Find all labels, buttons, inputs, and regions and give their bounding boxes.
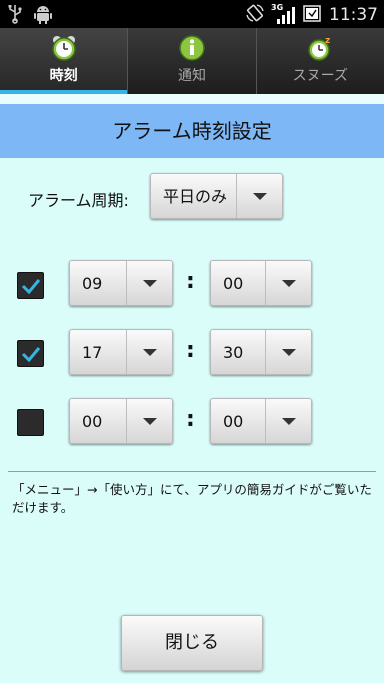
chevron-down-icon	[142, 348, 157, 356]
usage-note: 「メニュー」→「使い方」にて、アプリの簡易ガイドがご覧いただけます。	[12, 482, 372, 515]
tab-snooze-label: スヌーズ	[292, 68, 348, 84]
alarm-2-minute-dropdown[interactable]	[265, 330, 311, 374]
alarm-period-value: 平日のみ	[163, 187, 228, 206]
status-bar: 3G 11:37	[0, 0, 384, 28]
alarm-2-hour-spinner[interactable]: 17	[69, 329, 173, 375]
alarm-2-hour-value: 17	[82, 343, 103, 362]
alarm-1-checkbox[interactable]	[17, 272, 44, 299]
tab-notification[interactable]: 通知	[128, 28, 257, 94]
tab-bar: 時刻 通知 z スヌーズ	[0, 28, 384, 94]
tab-time[interactable]: 時刻	[0, 28, 129, 94]
alarm-1-hour-dropdown[interactable]	[126, 261, 172, 305]
alarm-1-minute-spinner[interactable]: 00	[210, 260, 312, 306]
divider	[8, 471, 376, 472]
clock-time: 11:37	[329, 5, 378, 25]
alarm-3-checkbox[interactable]	[17, 409, 44, 436]
chevron-down-icon	[281, 348, 296, 356]
alarm-clock-icon	[50, 34, 78, 62]
network-type: 3G	[271, 3, 284, 12]
alarm-1-hour-spinner[interactable]: 09	[69, 260, 173, 306]
page-title: アラーム時刻設定	[0, 104, 384, 158]
chevron-down-icon	[281, 417, 296, 425]
check-icon	[21, 279, 41, 295]
alarm-3-hour-value: 00	[82, 412, 103, 431]
alarm-3-hour-spinner[interactable]: 00	[69, 398, 173, 444]
chevron-down-icon	[281, 279, 296, 287]
signal-icon: 3G	[271, 3, 295, 25]
usb-icon	[8, 4, 22, 28]
info-icon	[178, 34, 206, 62]
close-button[interactable]: 閉じる	[121, 615, 263, 671]
chevron-down-icon	[142, 417, 157, 425]
android-icon	[34, 4, 52, 28]
alarm-3-minute-dropdown[interactable]	[265, 399, 311, 443]
alarm-period-label: アラーム周期:	[28, 191, 129, 210]
alarm-1-hour-value: 09	[82, 274, 103, 293]
chevron-down-icon	[252, 192, 267, 200]
alarm-2-checkbox[interactable]	[17, 340, 44, 367]
content-top-strip	[0, 94, 384, 104]
snooze-clock-icon: z	[306, 34, 334, 62]
alarm-3-minute-spinner[interactable]: 00	[210, 398, 312, 444]
alarm-period-dropdown[interactable]	[236, 174, 282, 218]
alarm-1-separator: :	[186, 269, 195, 294]
check-icon	[21, 347, 41, 363]
tab-time-label: 時刻	[49, 68, 78, 84]
svg-text:z: z	[325, 36, 330, 46]
alarm-1-minute-dropdown[interactable]	[265, 261, 311, 305]
tab-notification-label: 通知	[177, 68, 206, 84]
chevron-down-icon	[142, 279, 157, 287]
alarm-2-minute-value: 30	[223, 343, 244, 362]
alarm-2-hour-dropdown[interactable]	[126, 330, 172, 374]
rotate-icon	[245, 3, 265, 27]
alarm-3-minute-value: 00	[223, 412, 244, 431]
tab-snooze[interactable]: z スヌーズ	[257, 28, 384, 94]
alarm-2-separator: :	[186, 338, 195, 363]
alarm-3-hour-dropdown[interactable]	[126, 399, 172, 443]
battery-icon	[303, 3, 321, 27]
alarm-1-minute-value: 00	[223, 274, 244, 293]
alarm-2-minute-spinner[interactable]: 30	[210, 329, 312, 375]
alarm-3-separator: :	[186, 407, 195, 432]
alarm-period-spinner[interactable]: 平日のみ	[150, 173, 283, 219]
